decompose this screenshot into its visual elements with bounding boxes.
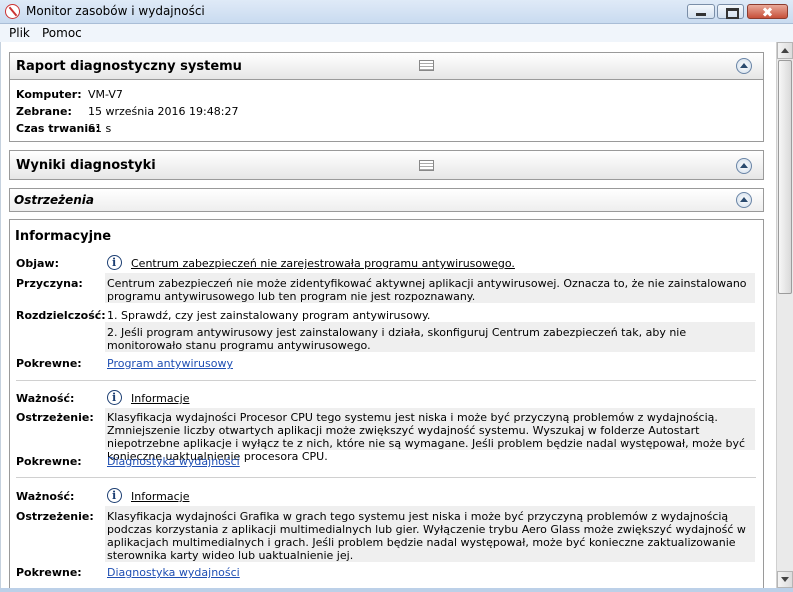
warning-label: Ostrzeżenie:: [16, 411, 94, 424]
collapse-results-icon[interactable]: [736, 158, 752, 174]
computer-value: VM-V7: [88, 88, 123, 101]
cause-label: Przyczyna:: [16, 277, 83, 290]
menu-help[interactable]: Pomoc: [42, 26, 82, 40]
window-title: Monitor zasobów i wydajności: [26, 4, 205, 18]
computer-label: Komputer:: [16, 88, 82, 101]
scroll-down-arrow-icon[interactable]: [777, 571, 793, 588]
collected-label: Zebrane:: [16, 105, 72, 118]
results-header[interactable]: Wyniki diagnostyki: [9, 150, 764, 180]
window-bottom-border: [0, 588, 793, 592]
warnings-header[interactable]: Ostrzeżenia: [9, 188, 764, 212]
severity-link[interactable]: Informacje: [131, 490, 189, 503]
report-title: Raport diagnostyczny systemu: [16, 59, 242, 74]
scroll-up-arrow-icon[interactable]: [777, 42, 793, 59]
resolution-step-1: 1. Sprawdź, czy jest zainstalowany progr…: [107, 309, 431, 322]
symptom-label: Objaw:: [16, 257, 59, 270]
divider: [16, 380, 756, 381]
cause-text: Centrum zabezpieczeń nie może zidentyfik…: [107, 277, 747, 303]
close-button[interactable]: [747, 4, 788, 19]
report-header[interactable]: Raport diagnostyczny systemu: [9, 52, 764, 80]
informational-title: Informacyjne: [15, 229, 112, 244]
performance-diagnostics-link[interactable]: Diagnostyka wydajności: [107, 566, 240, 579]
severity-label: Ważność:: [16, 392, 75, 405]
performance-diagnostics-link[interactable]: Diagnostyka wydajności: [107, 455, 240, 468]
maximize-button[interactable]: [717, 4, 744, 19]
resolution-label: Rozdzielczość:: [16, 309, 106, 322]
information-icon: [107, 390, 122, 405]
table-view-icon[interactable]: [419, 160, 434, 171]
antivirus-link[interactable]: Program antywirusowy: [107, 357, 233, 370]
related-label: Pokrewne:: [16, 357, 82, 370]
resource-monitor-icon: [5, 4, 20, 19]
report-content: Raport diagnostyczny systemu Komputer: V…: [0, 42, 776, 588]
scroll-thumb[interactable]: [778, 60, 792, 294]
collected-value: 15 września 2016 19:48:27: [88, 105, 239, 118]
information-icon: [107, 488, 122, 503]
minimize-button[interactable]: [687, 4, 715, 19]
related-label: Pokrewne:: [16, 455, 82, 468]
severity-label: Ważność:: [16, 490, 75, 503]
warning-text: Klasyfikacja wydajności Grafika w grach …: [107, 510, 746, 562]
report-details: Komputer: VM-V7 Zebrane: 15 września 201…: [9, 80, 764, 142]
title-bar: Monitor zasobów i wydajności: [0, 0, 793, 24]
menu-bar: Plik Pomoc: [0, 24, 793, 42]
duration-value: 61 s: [88, 122, 112, 135]
severity-link[interactable]: Informacje: [131, 392, 189, 405]
table-view-icon[interactable]: [419, 60, 434, 71]
collapse-warnings-icon[interactable]: [736, 192, 752, 208]
collapse-report-icon[interactable]: [736, 58, 752, 74]
information-icon: [107, 255, 122, 270]
warnings-title: Ostrzeżenia: [14, 193, 94, 207]
related-label: Pokrewne:: [16, 566, 82, 579]
menu-file[interactable]: Plik: [9, 26, 30, 40]
resolution-step-2: 2. Jeśli program antywirusowy jest zains…: [107, 326, 687, 352]
informational-panel: Informacyjne Objaw: Centrum zabezpieczeń…: [9, 219, 764, 588]
warning-label: Ostrzeżenie:: [16, 510, 94, 523]
results-title: Wyniki diagnostyki: [16, 158, 156, 173]
symptom-text: Centrum zabezpieczeń nie zarejestrowała …: [131, 257, 515, 270]
divider: [16, 477, 756, 478]
vertical-scrollbar[interactable]: [776, 42, 793, 588]
